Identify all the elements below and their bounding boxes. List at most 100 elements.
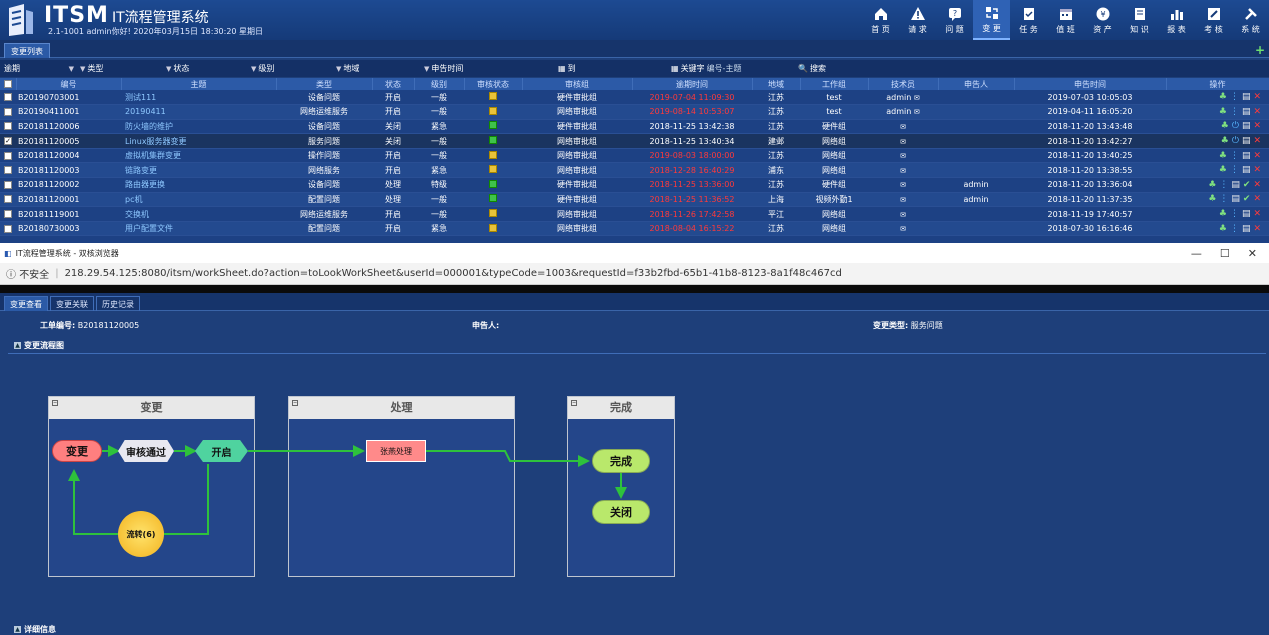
- delete-icon[interactable]: ✕: [1253, 165, 1261, 175]
- nav-item-asset[interactable]: ¥ 资 产: [1084, 0, 1121, 40]
- table-row[interactable]: B20181120003 链路变更 网络服务 开启 紧急 网络审批组 2018-12-28 …: [0, 162, 1269, 179]
- document-icon[interactable]: ▤: [1242, 92, 1251, 102]
- power-icon[interactable]: ⋮: [1219, 180, 1228, 190]
- check-icon[interactable]: ✔: [1243, 194, 1251, 204]
- address-bar[interactable]: ⓘ 不安全 | 218.29.54.125:8080/itsm/workShee…: [0, 263, 1269, 285]
- delete-icon[interactable]: ✕: [1253, 92, 1261, 102]
- node-close[interactable]: 关闭: [592, 500, 650, 524]
- select-all-checkbox[interactable]: [0, 78, 17, 90]
- document-icon[interactable]: ▤: [1242, 151, 1251, 161]
- overdue-filter[interactable]: 逾期 ▼: [4, 62, 74, 75]
- nav-item-warning[interactable]: 请 求: [899, 0, 936, 40]
- table-row[interactable]: ✓ B20181120005 Linux服务器变更 服务问题 关闭 一般 网络审批组 2018…: [0, 133, 1269, 149]
- delete-icon[interactable]: ✕: [1253, 209, 1261, 219]
- mail-icon[interactable]: ✉: [914, 108, 920, 116]
- nav-item-edit[interactable]: 考 核: [1195, 0, 1232, 40]
- document-icon[interactable]: ▤: [1231, 180, 1240, 190]
- detail-section-header[interactable]: ▲ 详细信息: [14, 624, 56, 635]
- node-handler[interactable]: 张燕处理: [366, 440, 426, 462]
- power-icon[interactable]: ⋮: [1230, 165, 1239, 175]
- nav-item-question[interactable]: ? 问 题: [936, 0, 973, 40]
- nav-item-task[interactable]: 任 务: [1010, 0, 1047, 40]
- document-icon[interactable]: ▤: [1242, 209, 1251, 219]
- column-header[interactable]: 地域: [752, 78, 801, 90]
- minimize-icon[interactable]: —: [1191, 247, 1202, 260]
- column-header[interactable]: 级别: [414, 78, 465, 90]
- delete-icon[interactable]: ✕: [1253, 180, 1261, 190]
- column-header[interactable]: 操作: [1166, 78, 1269, 90]
- mail-icon[interactable]: ✉: [900, 167, 906, 175]
- row-checkbox[interactable]: [0, 148, 16, 164]
- search-button[interactable]: 🔍 搜索: [798, 62, 858, 75]
- document-icon[interactable]: ▤: [1242, 121, 1251, 131]
- delete-icon[interactable]: ✕: [1253, 151, 1261, 161]
- assign-icon[interactable]: ♣: [1219, 107, 1227, 117]
- table-row[interactable]: B20181120006 防火墙的维护 设备问题 关闭 紧急 硬件审批组 2018-11-2…: [0, 119, 1269, 135]
- level-filter[interactable]: ▼ 级别: [251, 62, 336, 75]
- tab-change-view[interactable]: 变更查看: [4, 296, 48, 311]
- mail-icon[interactable]: ✉: [900, 181, 906, 189]
- document-icon[interactable]: ▤: [1242, 107, 1251, 117]
- status-filter[interactable]: ▼ 状态: [166, 62, 251, 75]
- table-row[interactable]: B20190703001 测试111 设备问题 开启 一般 硬件审批组 2019-07-04…: [0, 90, 1269, 106]
- assign-icon[interactable]: ♣: [1219, 165, 1227, 175]
- cell-subject-link[interactable]: 20190411: [121, 104, 276, 120]
- node-transfer[interactable]: 流转(6): [118, 511, 164, 557]
- column-header[interactable]: 主题: [121, 78, 277, 90]
- assign-icon[interactable]: ♣: [1219, 151, 1227, 161]
- row-checkbox[interactable]: [0, 162, 16, 179]
- document-icon[interactable]: ▤: [1242, 224, 1251, 234]
- table-row[interactable]: B20181119001 交换机 网络运维服务 开启 一般 网络审批组 2018-11-26…: [0, 206, 1269, 222]
- cell-subject-link[interactable]: 交换机: [121, 206, 276, 222]
- assign-icon[interactable]: ♣: [1208, 194, 1216, 204]
- column-header[interactable]: 申告人: [938, 78, 1015, 90]
- row-checkbox[interactable]: [0, 192, 16, 208]
- column-header[interactable]: 工作组: [800, 78, 869, 90]
- row-checkbox[interactable]: [0, 104, 16, 120]
- assign-icon[interactable]: ♣: [1221, 136, 1229, 146]
- keyword-field[interactable]: ▦ 关键字 编号-主题: [671, 62, 791, 75]
- document-icon[interactable]: ▤: [1242, 165, 1251, 175]
- region-filter[interactable]: ▼ 地域: [336, 62, 424, 75]
- cell-subject-link[interactable]: 路由器更换: [121, 177, 276, 193]
- close-icon[interactable]: ✕: [1248, 247, 1257, 260]
- document-icon[interactable]: ▤: [1242, 136, 1251, 146]
- add-icon[interactable]: +: [1255, 43, 1265, 57]
- mail-icon[interactable]: ✉: [914, 94, 920, 102]
- mail-icon[interactable]: ✉: [900, 138, 906, 146]
- power-icon[interactable]: ⋮: [1230, 92, 1239, 102]
- delete-icon[interactable]: ✕: [1253, 107, 1261, 117]
- apply-time-to[interactable]: ▦ 到: [558, 62, 668, 75]
- delete-icon[interactable]: ✕: [1253, 136, 1261, 146]
- cell-subject-link[interactable]: 测试111: [121, 90, 276, 106]
- cell-subject-link[interactable]: 防火墙的维护: [121, 119, 276, 135]
- table-row[interactable]: B20190411001 20190411 网络运维服务 开启 一般 网络审批组 2019-…: [0, 104, 1269, 120]
- delete-icon[interactable]: ✕: [1253, 224, 1261, 234]
- power-icon[interactable]: ⋮: [1230, 151, 1239, 161]
- apply-time-from[interactable]: ▼ 申告时间: [424, 62, 554, 75]
- mail-icon[interactable]: ✉: [900, 211, 906, 219]
- tab-change-relation[interactable]: 变更关联: [50, 296, 94, 311]
- mail-icon[interactable]: ✉: [900, 123, 906, 131]
- nav-item-chart[interactable]: 报 表: [1158, 0, 1195, 40]
- node-review[interactable]: 审核通过: [118, 440, 174, 462]
- assign-icon[interactable]: ♣: [1219, 92, 1227, 102]
- table-row[interactable]: B20181120004 虚拟机集群变更 操作问题 开启 一般 网络审批组 2019-08-…: [0, 148, 1269, 164]
- cell-subject-link[interactable]: Linux服务器变更: [121, 133, 276, 149]
- document-icon[interactable]: ▤: [1231, 194, 1240, 204]
- row-checkbox[interactable]: ✓: [0, 133, 16, 149]
- column-header[interactable]: 编号: [16, 78, 122, 90]
- row-checkbox[interactable]: [0, 177, 16, 193]
- power-icon[interactable]: ⋮: [1230, 224, 1239, 234]
- tab-change-list[interactable]: 变更列表: [4, 43, 50, 58]
- check-icon[interactable]: ✔: [1243, 180, 1251, 190]
- column-header[interactable]: 申告时间: [1014, 78, 1167, 90]
- assign-icon[interactable]: ♣: [1208, 180, 1216, 190]
- table-row[interactable]: B20181120002 路由器更换 设备问题 处理 特级 硬件审批组 2018-11-25…: [0, 177, 1269, 193]
- nav-item-home[interactable]: 首 页: [862, 0, 899, 40]
- mail-icon[interactable]: ✉: [900, 152, 906, 160]
- table-row[interactable]: B20180730003 用户配置文件 配置问题 开启 紧急 网络审批组 2018-08-0…: [0, 221, 1269, 237]
- column-header[interactable]: 审核组: [522, 78, 633, 90]
- column-header[interactable]: 技术员: [868, 78, 939, 90]
- nav-item-calendar[interactable]: 值 班: [1047, 0, 1084, 40]
